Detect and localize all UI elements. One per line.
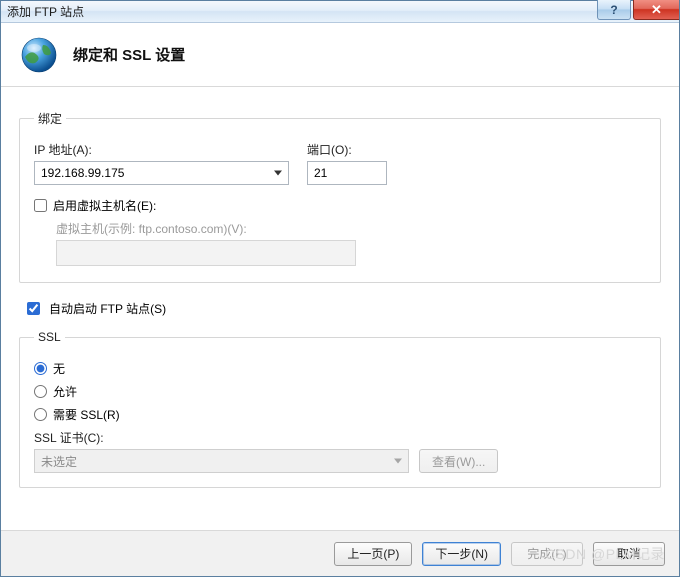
- binding-legend: 绑定: [34, 110, 66, 127]
- ssl-group: SSL 无 允许 需要 SSL(R) SSL 证书(C): 未选定: [19, 330, 661, 488]
- port-input[interactable]: 21: [307, 161, 387, 185]
- dialog-footer: 上一页(P) 下一步(N) 完成(F) 取消: [1, 530, 679, 576]
- view-cert-button: 查看(W)...: [419, 449, 498, 473]
- enable-vhost-checkbox[interactable]: [34, 199, 47, 212]
- vhost-label: 虚拟主机(示例: ftp.contoso.com)(V):: [56, 220, 646, 237]
- ssl-none-label: 无: [53, 360, 65, 377]
- ip-label: IP 地址(A):: [34, 141, 289, 158]
- window-controls: ? ✕: [597, 1, 679, 22]
- ssl-require-radio[interactable]: [34, 408, 47, 421]
- enable-vhost-label: 启用虚拟主机名(E):: [53, 197, 156, 214]
- ssl-require-label: 需要 SSL(R): [53, 406, 120, 423]
- finish-button: 完成(F): [511, 542, 583, 566]
- auto-start-label: 自动启动 FTP 站点(S): [49, 300, 166, 317]
- prev-button[interactable]: 上一页(P): [334, 542, 412, 566]
- port-label: 端口(O):: [307, 141, 387, 158]
- ssl-none-radio[interactable]: [34, 362, 47, 375]
- auto-start-checkbox[interactable]: [27, 302, 40, 315]
- ssl-cert-value: 未选定: [41, 453, 77, 470]
- cancel-button[interactable]: 取消: [593, 542, 665, 566]
- port-value: 21: [314, 166, 327, 180]
- globe-icon: [19, 35, 59, 75]
- close-button[interactable]: ✕: [633, 0, 679, 20]
- binding-group: 绑定 IP 地址(A): 192.168.99.175 端口(O): 21: [19, 110, 661, 283]
- vhost-input: [56, 240, 356, 266]
- next-button[interactable]: 下一步(N): [422, 542, 501, 566]
- ip-address-value: 192.168.99.175: [41, 166, 124, 180]
- page-title: 绑定和 SSL 设置: [73, 44, 185, 65]
- dialog-window: 添加 FTP 站点 ? ✕ 绑定和 SSL 设置: [0, 0, 680, 577]
- dialog-body: 绑定 IP 地址(A): 192.168.99.175 端口(O): 21: [1, 88, 679, 530]
- ssl-legend: SSL: [34, 330, 65, 344]
- chevron-down-icon: [274, 171, 282, 176]
- chevron-down-icon: [394, 459, 402, 464]
- titlebar: 添加 FTP 站点 ? ✕: [1, 1, 679, 23]
- help-button[interactable]: ?: [597, 0, 631, 20]
- ip-address-combo[interactable]: 192.168.99.175: [34, 161, 289, 185]
- ssl-cert-combo: 未选定: [34, 449, 409, 473]
- dialog-header: 绑定和 SSL 设置: [1, 23, 679, 87]
- ssl-allow-label: 允许: [53, 383, 77, 400]
- window-title: 添加 FTP 站点: [7, 3, 84, 20]
- ssl-cert-label: SSL 证书(C):: [34, 429, 646, 446]
- ssl-allow-radio[interactable]: [34, 385, 47, 398]
